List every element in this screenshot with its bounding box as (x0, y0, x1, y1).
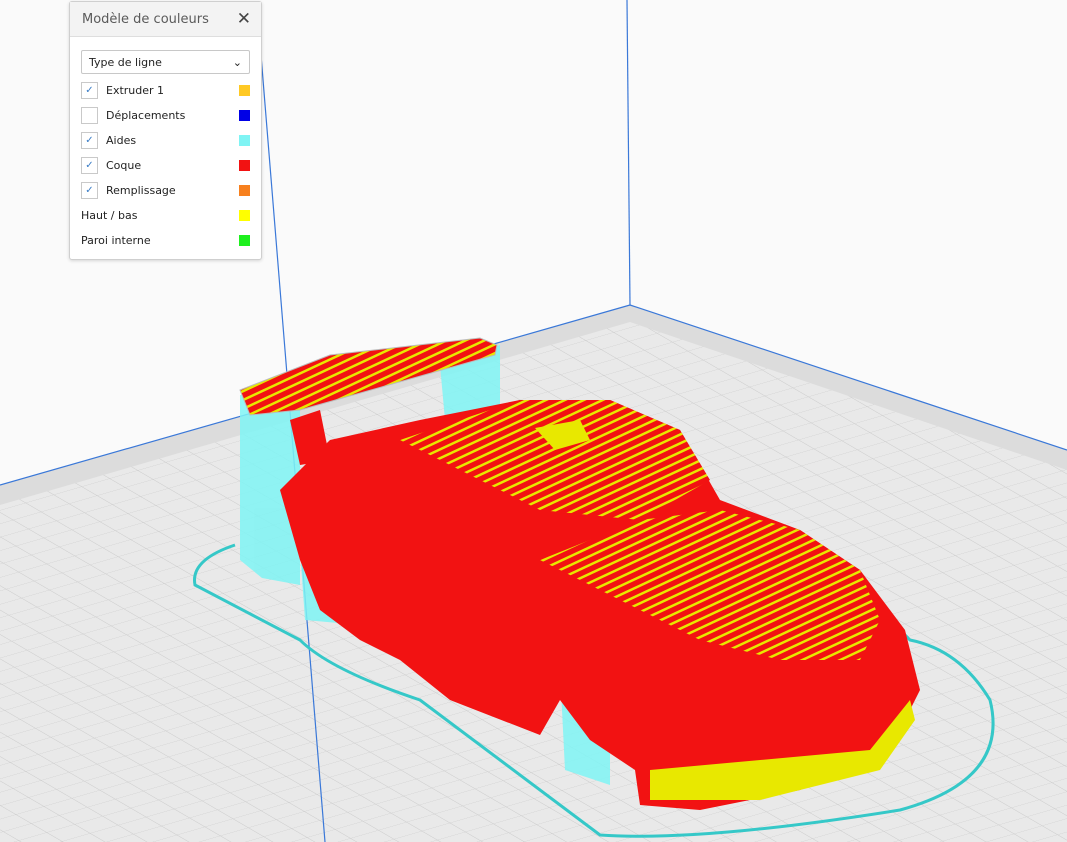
legend-item[interactable]: ✓ Coque (70, 153, 261, 178)
color-swatch (239, 85, 250, 96)
checkbox[interactable]: ✓ (81, 182, 98, 199)
panel-title: Modèle de couleurs (82, 11, 209, 27)
color-swatch (239, 110, 250, 121)
color-scheme-dropdown[interactable]: Type de ligne ⌄ (81, 50, 250, 74)
checkbox[interactable]: ✓ (81, 157, 98, 174)
legend-item[interactable]: ✓ Aides (70, 128, 261, 153)
legend-item-label: Aides (106, 134, 137, 147)
color-swatch (239, 135, 250, 146)
legend-item-label: Haut / bas (81, 209, 138, 222)
legend-item[interactable]: ✓ Remplissage (70, 178, 261, 203)
color-scheme-value: Type de ligne (89, 55, 162, 69)
panel-header: Modèle de couleurs ✕ (70, 2, 261, 37)
chevron-down-icon: ⌄ (232, 55, 242, 69)
checkbox[interactable] (81, 107, 98, 124)
legend-item: Paroi interne (70, 228, 261, 253)
legend-item-label: Extruder 1 (106, 84, 165, 97)
legend-item: Haut / bas (70, 203, 261, 228)
legend-item-label: Déplacements (106, 109, 186, 122)
color-swatch (239, 235, 250, 246)
color-scheme-panel: Modèle de couleurs ✕ Type de ligne ⌄ ✓ Ex… (69, 1, 262, 260)
checkbox[interactable]: ✓ (81, 82, 98, 99)
legend-item-label: Remplissage (106, 184, 176, 197)
checkbox[interactable]: ✓ (81, 132, 98, 149)
legend-item-label: Paroi interne (81, 234, 151, 247)
color-swatch (239, 160, 250, 171)
color-swatch (239, 185, 250, 196)
legend-item-label: Coque (106, 159, 142, 172)
legend-item[interactable]: Déplacements (70, 103, 261, 128)
close-icon[interactable]: ✕ (237, 9, 251, 29)
color-swatch (239, 210, 250, 221)
legend-item[interactable]: ✓ Extruder 1 (70, 78, 261, 103)
